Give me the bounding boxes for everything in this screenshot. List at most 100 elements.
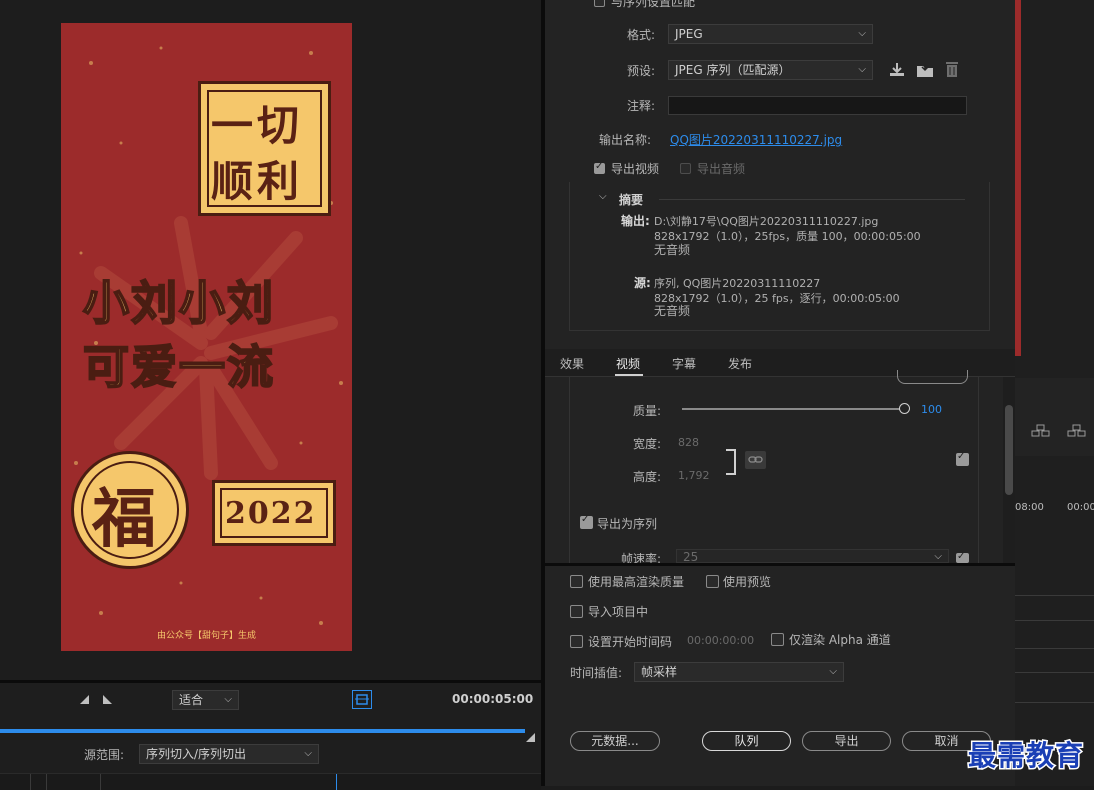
active-tab-indicator xyxy=(615,374,643,376)
timeline-marker-icon[interactable] xyxy=(1031,424,1051,438)
fu-medallion: 福 xyxy=(71,451,189,569)
summary-output-audio: 无音频 xyxy=(654,243,691,257)
render-alpha-label: 仅渲染 Alpha 通道 xyxy=(789,633,891,647)
width-value[interactable]: 828 xyxy=(678,436,699,449)
resize-override-checkbox[interactable] xyxy=(956,451,969,466)
stamp-line-2: 顺利 xyxy=(211,157,304,206)
time-interpolation-select[interactable]: 帧采样 ⌵ xyxy=(634,662,844,682)
preset-select[interactable]: JPEG 序列（匹配源） ⌵ xyxy=(668,60,873,80)
settings-scrollbar-thumb[interactable] xyxy=(1005,405,1013,495)
tab-effects[interactable]: 效果 xyxy=(560,355,584,372)
quality-value[interactable]: 100 xyxy=(921,403,942,416)
chevron-down-icon: ⌵ xyxy=(304,748,312,759)
stamp-frame-1: 一切 顺利 xyxy=(198,81,331,216)
duration-timecode: 00:00:05:00 xyxy=(452,692,534,706)
slogan-line-2: 可爱一流 xyxy=(82,339,275,395)
frame-rate-select[interactable]: 25 ⌵ xyxy=(676,549,949,564)
quality-slider-fill xyxy=(682,408,904,410)
tab-captions[interactable]: 字幕 xyxy=(672,355,696,372)
match-source-button[interactable] xyxy=(897,370,968,384)
quality-label: 质量: xyxy=(633,404,662,418)
export-as-sequence-label: 导出为序列 xyxy=(597,517,658,531)
video-settings-area xyxy=(569,377,979,563)
set-in-point-icon[interactable] xyxy=(80,695,89,704)
poster-preview-image: 一切 顺利 小刘小刘 可爱一流 福 2022 由公众号【甜句子】生成 xyxy=(61,23,352,651)
playback-range-bar[interactable] xyxy=(0,729,525,733)
render-alpha-checkbox[interactable] xyxy=(771,633,784,646)
summary-output-path: D:\刘静17号\QQ图片20220311110227.jpg xyxy=(654,215,879,228)
tab-video[interactable]: 视频 xyxy=(616,355,640,372)
chevron-down-icon: ⌵ xyxy=(858,64,866,75)
year-text: 2022 xyxy=(225,496,317,531)
program-monitor-edge xyxy=(1015,0,1021,356)
output-name-link[interactable]: QQ图片20220311110227.jpg xyxy=(670,131,842,148)
timeline-marker-icon-2[interactable] xyxy=(1067,424,1087,438)
set-start-timecode-checkbox[interactable] xyxy=(570,635,583,648)
chevron-down-icon: ⌵ xyxy=(224,694,232,705)
preview-controls: 适合 ⌵ 00:00:05:00 源范围: 序列切入/序列切出 ⌵ xyxy=(0,680,541,790)
import-into-project-checkbox[interactable] xyxy=(570,605,583,618)
metadata-button[interactable]: 元数据... xyxy=(570,731,660,751)
source-range-select[interactable]: 序列切入/序列切出 ⌵ xyxy=(139,744,319,764)
scrub-track[interactable] xyxy=(0,773,541,790)
summary-source-specs: 828x1792（1.0），25 fps，逐行，00:00:05:00 xyxy=(654,292,900,305)
format-label: 格式: xyxy=(627,28,656,42)
width-label: 宽度: xyxy=(633,437,662,451)
max-render-quality-checkbox[interactable] xyxy=(570,575,583,588)
queue-button[interactable]: 队列 xyxy=(702,731,791,751)
summary-source-name: 序列, QQ图片20220311110227 xyxy=(654,277,821,290)
height-label: 高度: xyxy=(633,470,662,484)
output-name-label: 输出名称: xyxy=(599,133,652,147)
aspect-correction-toggle[interactable] xyxy=(352,690,372,709)
year-plate: 2022 xyxy=(212,480,336,546)
poster-credit: 由公众号【甜句子】生成 xyxy=(156,631,256,641)
summary-title: 摘要 xyxy=(619,193,644,207)
settings-scrollbar[interactable] xyxy=(1003,377,1015,563)
use-previews-checkbox[interactable] xyxy=(706,575,719,588)
summary-source-audio: 无音频 xyxy=(654,304,691,318)
format-select[interactable]: JPEG ⌵ xyxy=(668,24,873,44)
summary-collapse-chevron-icon[interactable]: ⌵ xyxy=(599,191,607,202)
export-video-checkbox[interactable] xyxy=(594,161,605,174)
quality-slider-handle[interactable] xyxy=(899,403,910,414)
preset-label: 预设: xyxy=(627,64,656,78)
import-preset-icon[interactable] xyxy=(915,61,935,78)
fit-select[interactable]: 适合 ⌵ xyxy=(172,690,239,710)
chevron-down-icon: ⌵ xyxy=(934,551,942,562)
link-bracket xyxy=(726,449,736,475)
delete-preset-icon[interactable] xyxy=(944,60,960,78)
frame-rate-override-checkbox[interactable] xyxy=(956,551,969,563)
source-preview-pane: 一切 顺利 小刘小刘 可爱一流 福 2022 由公众号【甜句子】生成 xyxy=(0,0,541,680)
start-timecode-value[interactable]: 00:00:00:00 xyxy=(687,634,754,647)
source-range-label: 源范围: xyxy=(84,748,125,762)
chevron-down-icon: ⌵ xyxy=(858,28,866,39)
comment-input[interactable] xyxy=(668,96,967,115)
fu-character: 福 xyxy=(92,482,156,557)
export-as-sequence-checkbox[interactable] xyxy=(580,514,593,529)
ruler-tick-label-1: 08:00 xyxy=(1015,502,1044,513)
playhead-marker[interactable] xyxy=(336,774,337,790)
summary-output-label: 输出: xyxy=(621,214,650,228)
save-preset-icon[interactable] xyxy=(888,61,906,78)
tab-publish[interactable]: 发布 xyxy=(728,355,752,372)
export-button[interactable]: 导出 xyxy=(802,731,891,751)
playhead-end-icon[interactable] xyxy=(526,733,535,742)
timeline-strip: 08:00 00:00 xyxy=(1015,0,1094,786)
export-settings-panel: 与序列设置匹配 格式: JPEG ⌵ 预设: JPEG 序列（匹配源） ⌵ 注释: … xyxy=(545,0,1015,786)
export-audio-checkbox[interactable] xyxy=(680,163,691,174)
export-video-label: 导出视频 xyxy=(611,162,660,176)
section-divider xyxy=(545,563,1015,566)
set-out-point-icon[interactable] xyxy=(103,695,112,704)
import-into-project-label: 导入项目中 xyxy=(588,605,649,619)
use-previews-label: 使用预览 xyxy=(723,575,772,589)
comment-label: 注释: xyxy=(627,99,656,113)
timeline-ruler[interactable]: 08:00 00:00 xyxy=(1015,462,1094,522)
set-start-timecode-label: 设置开始时间码 xyxy=(588,635,673,649)
chevron-down-icon: ⌵ xyxy=(829,666,837,677)
match-sequence-checkbox[interactable] xyxy=(594,0,605,7)
summary-output-specs: 828x1792（1.0），25fps，质量 100，00:00:05:00 xyxy=(654,230,921,243)
quality-slider-track[interactable] xyxy=(682,408,904,410)
height-value[interactable]: 1,792 xyxy=(678,469,710,482)
constrain-proportions-link-icon[interactable] xyxy=(745,451,766,469)
max-render-quality-label: 使用最高渲染质量 xyxy=(588,575,685,589)
